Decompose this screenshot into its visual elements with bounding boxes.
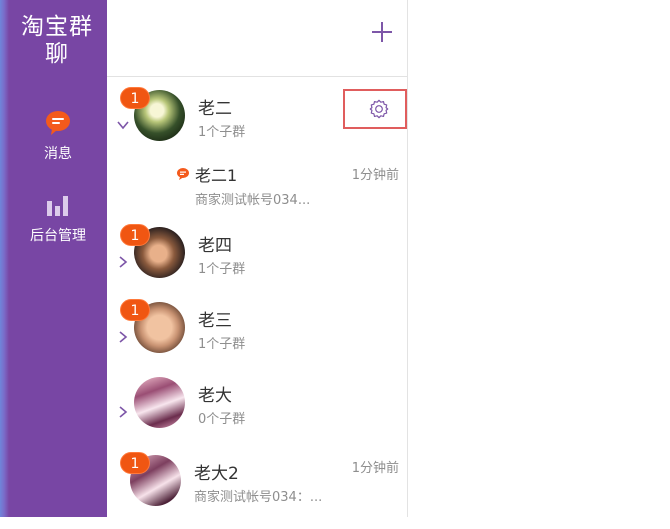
- chevron-right-icon[interactable]: [117, 403, 129, 418]
- group-title: 老大: [198, 386, 232, 406]
- group-subtitle: 1个子群: [198, 262, 246, 277]
- group-title: 老三: [198, 311, 232, 331]
- subgroup-row[interactable]: 老二1 商家测试帐号034... 1分钟前: [107, 162, 407, 212]
- app-logo: 淘宝群聊: [21, 14, 93, 67]
- group-list-panel: 1 老二 1个子群 老二1 商家测试帐号034... 1分钟前 1 老四 1个子…: [107, 0, 408, 517]
- sidebar-edge-gradient: [0, 0, 9, 517]
- group-row[interactable]: 1 老三 1个子群: [107, 299, 407, 376]
- sidebar-item-label: 消息: [44, 146, 72, 162]
- plus-icon[interactable]: [370, 20, 394, 44]
- unread-badge: 1: [120, 224, 150, 246]
- content-area: [408, 0, 670, 517]
- group-subtitle: 1个子群: [198, 125, 246, 140]
- sidebar-item-label: 后台管理: [30, 228, 86, 244]
- group-row[interactable]: 1 老四 1个子群: [107, 224, 407, 301]
- group-title: 老二: [198, 99, 232, 119]
- subgroup-last-message: 商家测试帐号034...: [195, 193, 311, 208]
- group-last-message: 商家测试帐号034：...: [194, 490, 323, 505]
- group-title: 老大2: [194, 464, 239, 484]
- unread-badge: 1: [120, 452, 150, 474]
- panel-header: [107, 0, 407, 77]
- subgroup-title: 老二1: [195, 166, 238, 185]
- sidebar-item-admin[interactable]: 后台管理: [9, 192, 107, 254]
- sidebar-item-messages[interactable]: 消息: [9, 110, 107, 172]
- chevron-right-icon[interactable]: [117, 253, 129, 268]
- avatar: [134, 377, 185, 428]
- unread-badge: 1: [120, 299, 150, 321]
- sidebar: 淘宝群聊 消息 后台管理: [0, 0, 107, 517]
- subgroup-time: 1分钟前: [351, 168, 399, 183]
- group-settings-button[interactable]: [343, 89, 407, 129]
- message-dot-icon: [176, 166, 190, 180]
- unread-badge: 1: [120, 87, 150, 109]
- bar-chart-icon: [45, 192, 71, 218]
- group-subtitle: 0个子群: [198, 412, 246, 427]
- chevron-down-icon[interactable]: [117, 116, 129, 130]
- group-row[interactable]: 老大 0个子群: [107, 377, 407, 451]
- group-row[interactable]: 1 老大2 商家测试帐号034：... 1分钟前: [107, 452, 407, 529]
- chat-bubble-icon: [45, 110, 71, 136]
- app-window: 淘宝群聊 消息 后台管理 1 老二 1个子群 老二1 商家测试帐号034... …: [0, 0, 670, 517]
- group-time: 1分钟前: [351, 461, 399, 476]
- chevron-right-icon[interactable]: [117, 328, 129, 343]
- group-title: 老四: [198, 236, 232, 256]
- group-subtitle: 1个子群: [198, 337, 246, 352]
